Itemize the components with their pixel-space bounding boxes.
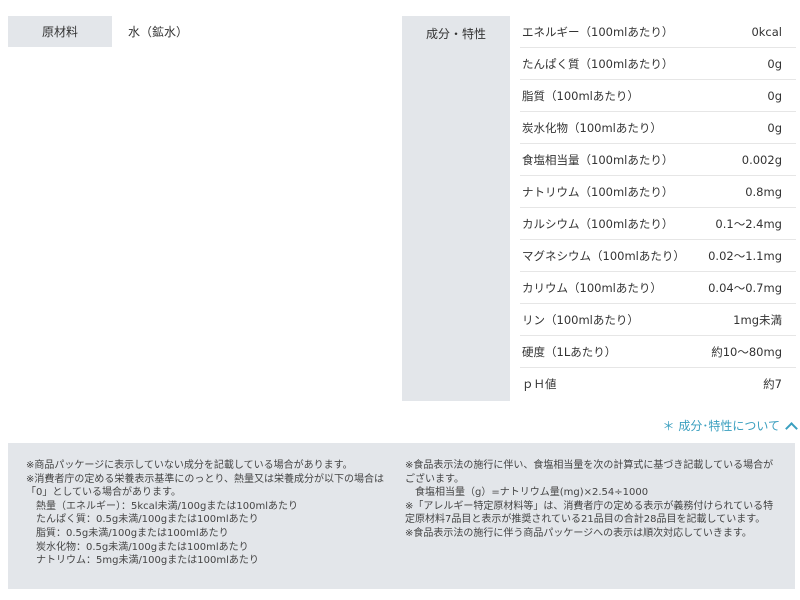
nutrition-row-value: 0.1～2.4mg	[715, 216, 782, 231]
nutrition-row-value: 0g	[767, 56, 782, 71]
nutrition-row-name: ナトリウム（100mlあたり）	[522, 184, 674, 199]
nutrition-row-calcium: カルシウム（100mlあたり） 0.1～2.4mg	[520, 208, 796, 240]
nutrition-row-protein: たんぱく質（100mlあたり） 0g	[520, 48, 796, 80]
nutrition-row-value: 0.8mg	[745, 184, 782, 199]
nutrition-info-toggle[interactable]: ＊ 成分･特性について	[662, 417, 798, 435]
note-line: 食塩相当量（g）=ナトリウム量(mg)×2.54÷1000	[405, 487, 649, 499]
note-line: ※食品表示法の施行に伴う商品パッケージへの表示は順次対応していきます。	[405, 527, 752, 539]
nutrition-row-value: 0g	[767, 88, 782, 103]
nutrition-row-value: 約7	[763, 377, 782, 391]
note-line: たんぱく質：0.5g未満/100gまたは100mlあたり	[26, 514, 259, 526]
nutrition-row-ph: ｐＨ値 約7	[520, 368, 796, 400]
nutrition-row-name: たんぱく質（100mlあたり）	[522, 56, 674, 71]
nutrition-row-salt: 食塩相当量（100mlあたり） 0.002g	[520, 144, 796, 176]
nutrition-info-toggle-label: ＊ 成分･特性について	[662, 419, 780, 433]
nutrition-row-name: エネルギー（100mlあたり）	[522, 24, 674, 39]
nutrition-table: エネルギー（100mlあたり） 0kcal たんぱく質（100mlあたり） 0g 脂…	[520, 16, 796, 400]
chevron-up-icon	[785, 421, 798, 435]
nutrition-row-value: 1mg未満	[733, 312, 782, 327]
notes-right-column: ※食品表示法の施行に伴い、食塩相当量を次の計算式に基づき記載している場合がござい…	[405, 459, 777, 573]
ingredients-value: 水（鉱水）	[128, 25, 189, 39]
nutrition-row-energy: エネルギー（100mlあたり） 0kcal	[520, 16, 796, 48]
nutrition-row-value: 0.002g	[741, 152, 782, 167]
nutrition-row-magnesium: マグネシウム（100mlあたり） 0.02～1.1mg	[520, 240, 796, 272]
nutrition-row-value: 0.02～1.1mg	[708, 248, 782, 263]
nutrition-label: 成分・特性	[402, 16, 510, 401]
nutrition-row-value: 0.04～0.7mg	[708, 280, 782, 295]
nutrition-row-sodium: ナトリウム（100mlあたり） 0.8mg	[520, 176, 796, 208]
note-line: ※商品パッケージに表示していない成分を記載している場合があります。	[26, 460, 353, 471]
nutrition-row-name: カルシウム（100mlあたり）	[522, 216, 674, 231]
nutrition-row-name: リン（100mlあたり）	[522, 312, 639, 327]
nutrition-row-name: 脂質（100mlあたり）	[522, 88, 639, 103]
nutrition-row-value: 0g	[767, 120, 782, 135]
nutrition-row-phosphorus: リン（100mlあたり） 1mg未満	[520, 304, 796, 336]
note-line: 炭水化物：0.5g未満/100gまたは100mlあたり	[26, 541, 249, 553]
nutrition-row-name: カリウム（100mlあたり）	[522, 280, 662, 295]
note-line: ナトリウム：5mg未満/100gまたは100mlあたり	[26, 555, 259, 567]
nutrition-row-name: 硬度（1Lあたり）	[522, 344, 617, 359]
note-line: ※消費者庁の定める栄養表示基準にのっとり、熱量又は栄養成分が以下の場合は「0」と…	[26, 473, 384, 499]
note-line: 熱量（エネルギー）：5kcal未満/100gまたは100mlあたり	[26, 500, 298, 512]
nutrition-row-fat: 脂質（100mlあたり） 0g	[520, 80, 796, 112]
nutrition-row-name: ｐＨ値	[522, 377, 557, 391]
nutrition-row-name: 炭水化物（100mlあたり）	[522, 120, 662, 135]
nutrition-row-hardness: 硬度（1Lあたり） 約10～80mg	[520, 336, 796, 368]
nutrition-row-value: 0kcal	[751, 24, 782, 39]
note-line: 脂質：0.5g未満/100gまたは100mlあたり	[26, 527, 229, 539]
nutrition-row-name: 食塩相当量（100mlあたり）	[522, 152, 674, 167]
notes-panel: ※商品パッケージに表示していない成分を記載している場合があります。 ※消費者庁の…	[8, 443, 795, 589]
nutrition-row-potassium: カリウム（100mlあたり） 0.04～0.7mg	[520, 272, 796, 304]
ingredients-label: 原材料	[8, 16, 112, 47]
nutrition-row-value: 約10～80mg	[711, 344, 782, 359]
nutrition-row-carbohydrate: 炭水化物（100mlあたり） 0g	[520, 112, 796, 144]
note-line: ※「アレルギー特定原材料等」は、消費者庁の定める表示が義務付けられている特定原材…	[405, 500, 774, 526]
nutrition-row-name: マグネシウム（100mlあたり）	[522, 248, 685, 263]
note-line: ※食品表示法の施行に伴い、食塩相当量を次の計算式に基づき記載している場合がござい…	[405, 460, 774, 485]
notes-left-column: ※商品パッケージに表示していない成分を記載している場合があります。 ※消費者庁の…	[26, 459, 398, 573]
